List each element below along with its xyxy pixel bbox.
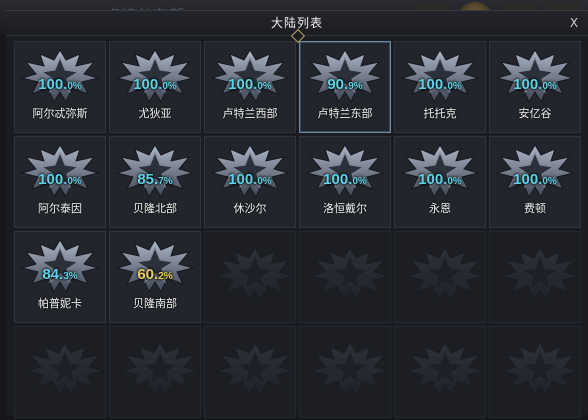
percent-integer: 100. [228, 76, 258, 93]
continent-cell[interactable]: 85.7% 贝隆北部 [109, 136, 201, 228]
locked-emblem-icon [310, 341, 390, 397]
empty-slot [109, 326, 201, 418]
percent-decimal: 3% [63, 271, 78, 282]
percent-integer: 84. [42, 266, 64, 283]
empty-slot [299, 326, 391, 418]
percent-decimal: 0% [542, 176, 557, 187]
continent-cell[interactable]: 60.2% 贝隆南部 [109, 231, 201, 323]
completion-percent: 100.0% [15, 76, 105, 94]
continent-cell[interactable]: 100.0% 阿尔忒弥斯 [14, 41, 106, 133]
continent-cell[interactable]: 100.0% 永恩 [394, 136, 486, 228]
continent-cell[interactable]: 90.9% 卢特兰东部 [299, 41, 391, 133]
locked-emblem-icon [405, 341, 485, 397]
percent-integer: 100. [38, 171, 68, 188]
percent-decimal: 0% [257, 81, 272, 92]
completion-percent: 85.7% [110, 171, 200, 189]
completion-percent: 100.0% [395, 76, 485, 94]
percent-integer: 90. [327, 76, 349, 93]
percent-integer: 100. [418, 171, 448, 188]
completion-percent: 100.0% [15, 171, 105, 189]
continent-grid: 100.0% 阿尔忒弥斯 100.0% 尤狄亚 100.0% 卢特兰西部 90.9% 卢… [14, 41, 583, 420]
continent-name: 贝隆北部 [133, 202, 177, 215]
continent-name: 永恩 [429, 202, 451, 215]
continent-cell[interactable]: 100.0% 托托克 [394, 41, 486, 133]
continent-cell[interactable]: 100.0% 阿尔泰因 [14, 136, 106, 228]
percent-integer: 60. [137, 266, 159, 283]
continent-name: 洛恒戴尔 [323, 202, 367, 215]
empty-slot [299, 231, 391, 323]
empty-slot [14, 326, 106, 418]
empty-slot [204, 326, 296, 418]
empty-slot [489, 231, 581, 323]
locked-emblem-icon [215, 341, 295, 397]
percent-decimal: 0% [257, 176, 272, 187]
completion-percent: 84.3% [15, 266, 105, 284]
continent-name: 贝隆南部 [133, 297, 177, 310]
continent-name: 费顿 [524, 202, 546, 215]
continent-cell[interactable]: 100.0% 卢特兰西部 [204, 41, 296, 133]
continent-name: 安亿谷 [518, 107, 552, 120]
percent-integer: 100. [323, 171, 353, 188]
percent-decimal: 0% [67, 81, 82, 92]
locked-emblem-icon [310, 246, 390, 302]
locked-emblem-icon [120, 341, 200, 397]
continent-name: 卢特兰东部 [317, 107, 373, 120]
completion-percent: 90.9% [300, 76, 390, 94]
completion-percent: 100.0% [110, 76, 200, 94]
percent-integer: 100. [228, 171, 258, 188]
percent-decimal: 0% [447, 81, 462, 92]
percent-integer: 100. [418, 76, 448, 93]
percent-integer: 100. [133, 76, 163, 93]
percent-decimal: 0% [162, 81, 177, 92]
percent-integer: 100. [513, 171, 543, 188]
continent-name: 帕普妮卡 [38, 297, 82, 310]
continent-name: 休沙尔 [233, 202, 267, 215]
window-titlebar: 大陆列表 X [6, 11, 588, 44]
continent-cell[interactable]: 84.3% 帕普妮卡 [14, 231, 106, 323]
continent-list-window: 大陆列表 X 100.0% 阿尔忒弥斯 100.0% 尤狄亚 100.0% 卢特兰西部… [6, 10, 588, 418]
locked-emblem-icon [25, 341, 105, 397]
locked-emblem-icon [500, 341, 580, 397]
empty-slot [394, 231, 486, 323]
completion-percent: 100.0% [205, 76, 295, 94]
continent-name: 卢特兰西部 [222, 107, 278, 120]
percent-decimal: 9% [348, 81, 363, 92]
continent-name: 阿尔泰因 [38, 202, 82, 215]
continent-cell[interactable]: 100.0% 洛恒戴尔 [299, 136, 391, 228]
empty-slot [394, 326, 486, 418]
percent-decimal: 0% [542, 81, 557, 92]
completion-percent: 60.2% [110, 266, 200, 284]
close-button[interactable]: X [564, 13, 584, 33]
continent-name: 尤狄亚 [138, 107, 172, 120]
percent-integer: 100. [513, 76, 543, 93]
percent-integer: 85. [137, 171, 159, 188]
locked-emblem-icon [215, 246, 295, 302]
locked-emblem-icon [405, 246, 485, 302]
empty-slot [204, 231, 296, 323]
continent-name: 阿尔忒弥斯 [32, 107, 88, 120]
continent-cell[interactable]: 100.0% 尤狄亚 [109, 41, 201, 133]
continent-cell[interactable]: 100.0% 休沙尔 [204, 136, 296, 228]
percent-decimal: 0% [67, 176, 82, 187]
continent-cell[interactable]: 100.0% 费顿 [489, 136, 581, 228]
completion-percent: 100.0% [205, 171, 295, 189]
locked-emblem-icon [500, 246, 580, 302]
percent-decimal: 0% [447, 176, 462, 187]
empty-slot [489, 326, 581, 418]
percent-decimal: 7% [158, 176, 173, 187]
completion-percent: 100.0% [300, 171, 390, 189]
percent-integer: 100. [38, 76, 68, 93]
continent-name: 托托克 [423, 107, 457, 120]
completion-percent: 100.0% [490, 171, 580, 189]
percent-decimal: 2% [158, 271, 173, 282]
completion-percent: 100.0% [490, 76, 580, 94]
percent-decimal: 0% [352, 176, 367, 187]
completion-percent: 100.0% [395, 171, 485, 189]
continent-cell[interactable]: 100.0% 安亿谷 [489, 41, 581, 133]
